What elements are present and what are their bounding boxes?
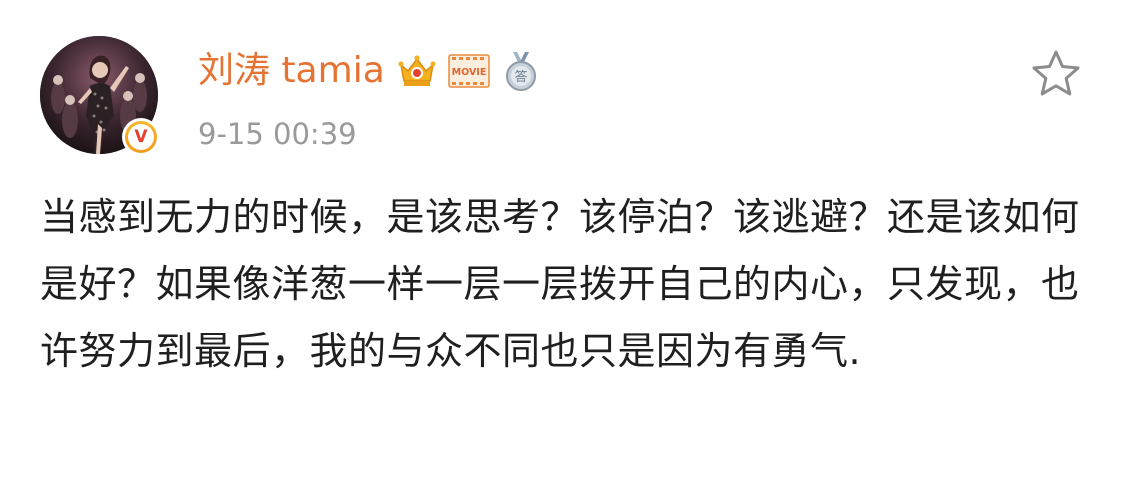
medal-label: 答	[514, 69, 527, 85]
verified-icon: V	[122, 118, 160, 156]
author-row: 刘涛 tamia MOVIE 答	[198, 46, 541, 96]
post-timestamp: 9-15 00:39	[198, 117, 357, 151]
post-text: 当感到无力的时候，是该思考？该停泊？该逃避？还是该如何是好？如果像洋葱一样一层一…	[40, 195, 1080, 373]
verified-mark: V	[128, 124, 154, 150]
star-outline-icon[interactable]	[1028, 46, 1084, 102]
weibo-post: V 刘涛 tamia MOVIE 答 9-15 00:39 当感到无力的时候，是…	[0, 0, 1124, 484]
movie-icon[interactable]: MOVIE	[447, 51, 491, 91]
username[interactable]: 刘涛 tamia	[198, 46, 385, 96]
crown-icon[interactable]	[397, 51, 437, 91]
medal-icon[interactable]: 答	[501, 50, 541, 92]
movie-label: MOVIE	[451, 67, 486, 78]
